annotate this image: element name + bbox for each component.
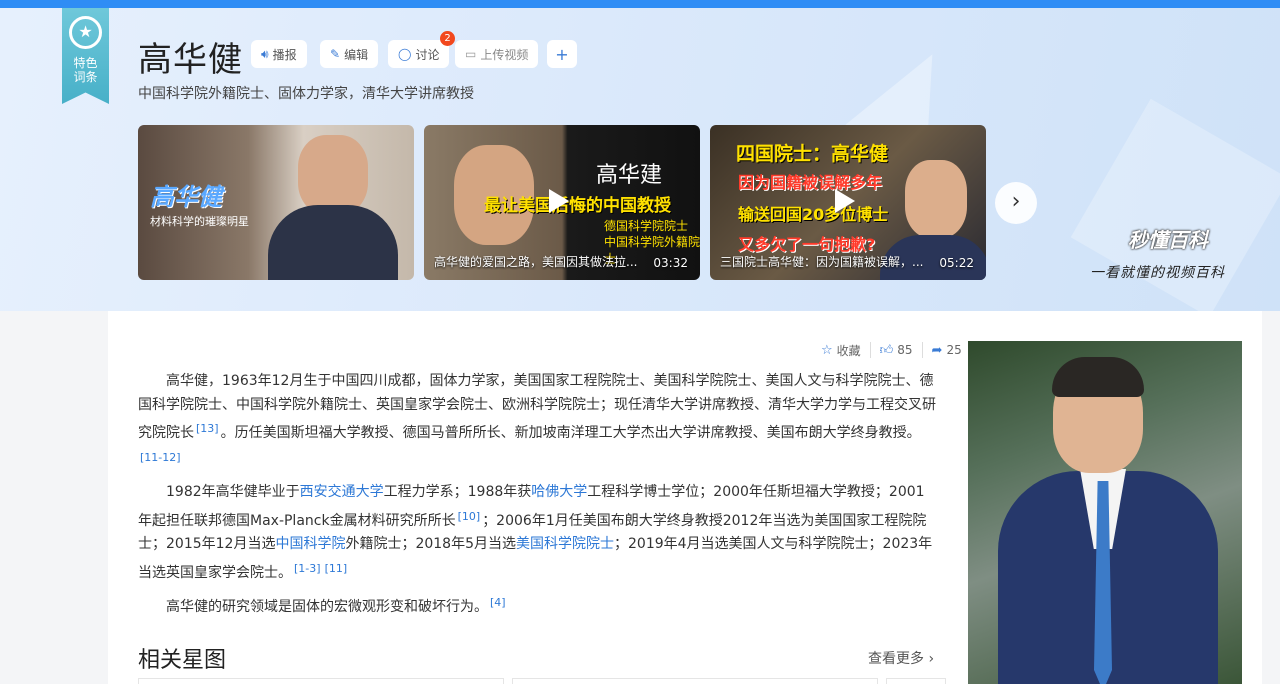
- related-card[interactable]: [138, 678, 504, 684]
- page-title: 高华健: [138, 40, 243, 80]
- citation-link[interactable]: [10]: [456, 510, 483, 523]
- brand-slogan: 一看就懂的视频百科: [1090, 265, 1225, 281]
- play-icon[interactable]: [835, 189, 855, 213]
- link-cas[interactable]: 中国科学院: [275, 536, 345, 552]
- speaker-icon: 🔊︎: [261, 46, 269, 61]
- discuss-label: 讨论: [415, 47, 440, 62]
- video-overlay-line: 德国科学院院士: [604, 219, 689, 233]
- related-card[interactable]: [886, 678, 946, 684]
- add-button[interactable]: +: [547, 40, 577, 68]
- star-outline-icon: ☆: [821, 342, 833, 358]
- link-harvard[interactable]: 哈佛大学: [531, 484, 587, 500]
- edit-label: 编辑: [344, 47, 369, 62]
- video-overlay-subtitle: 最让美国后悔的中国教授: [484, 196, 671, 216]
- video-card[interactable]: 高华建 最让美国后悔的中国教授 德国科学院院士 中国科学院外籍院士 高华健的爱国…: [424, 125, 700, 280]
- share-count: 25: [946, 343, 962, 357]
- share-arrow-icon: ➦: [931, 342, 943, 358]
- portrait-image[interactable]: [968, 341, 1242, 684]
- paragraph-text: 高华健的研究领域是固体的宏微观形变和破坏行为。: [166, 599, 488, 615]
- paragraph-text: 。历任美国斯坦福大学教授、德国马普所所长、新加坡南洋理工大学杰出大学讲席教授、美…: [220, 425, 921, 441]
- discuss-button[interactable]: ◯ 讨论: [388, 40, 450, 68]
- video-overlay-subtitle: 因为国籍被误解多年: [738, 173, 883, 192]
- video-overlay-subtitle: 材料科学的璀璨明星: [150, 215, 249, 228]
- link-nas[interactable]: 美国科学院院士: [516, 536, 614, 552]
- like-count: 85: [897, 343, 913, 357]
- person-face: [298, 135, 368, 215]
- thumbs-up-icon: 👍︎: [879, 342, 894, 358]
- chevron-right-icon: ›: [1011, 189, 1021, 214]
- citation-link[interactable]: [11]: [323, 562, 350, 575]
- plus-icon: +: [555, 44, 569, 64]
- summary-paragraph: 高华健，1963年12月生于中国四川成都，固体力学家，美国国家工程院院士、美国科…: [138, 370, 938, 474]
- ribbon-label: 词条: [73, 70, 98, 84]
- video-duration: 05:22: [939, 256, 974, 270]
- video-overlay-title: 四国院士：高华健: [736, 143, 889, 165]
- view-more-label: 查看更多: [868, 651, 924, 667]
- chat-bubble-icon: ◯: [398, 47, 412, 61]
- pencil-icon: ✎: [330, 47, 341, 61]
- upload-video-label: 上传视频: [480, 47, 529, 62]
- citation-link[interactable]: [11-12]: [138, 451, 183, 464]
- video-card[interactable]: 四国院士：高华健 因为国籍被误解多年 输送回国20多位博士 又多欠了一句抱歉? …: [710, 125, 986, 280]
- citation-link[interactable]: [4]: [488, 596, 508, 609]
- video-duration: 03:32: [653, 256, 688, 270]
- edit-button[interactable]: ✎ 编辑: [320, 40, 379, 68]
- career-paragraph: 1982年高华健毕业于西安交通大学工程力学系；1988年获哈佛大学工程科学博士学…: [138, 481, 938, 585]
- related-section-title: 相关星图: [138, 648, 227, 673]
- video-title: 高华健的爱国之路，美国因其做法拉...: [434, 255, 638, 269]
- related-card[interactable]: [512, 678, 878, 684]
- video-overlay-title: 高华健: [150, 183, 222, 211]
- ribbon-label: 特色: [73, 56, 98, 70]
- video-title: 三国院士高华健：因为国籍被误解，...: [720, 255, 924, 269]
- paragraph-text: 外籍院士；2018年5月当选: [345, 536, 516, 552]
- link-xjtu[interactable]: 西安交通大学: [300, 484, 384, 500]
- video-overlay-line: 输送回国20多位博士: [738, 205, 889, 224]
- person-suit: [268, 205, 398, 280]
- play-icon[interactable]: [549, 189, 569, 213]
- carousel-next-button[interactable]: ›: [995, 182, 1037, 224]
- view-more-link[interactable]: 查看更多 ›: [868, 648, 934, 668]
- broadcast-button[interactable]: 🔊︎ 播报: [251, 40, 307, 68]
- discuss-count-badge: 2: [440, 31, 455, 46]
- page-subtitle: 中国科学院外籍院士、固体力学家，清华大学讲席教授: [138, 86, 474, 102]
- citation-link[interactable]: [13]: [194, 422, 221, 435]
- upload-video-button[interactable]: ▭ 上传视频: [455, 40, 539, 68]
- favorite-label: 收藏: [836, 343, 861, 358]
- citation-link[interactable]: [1-3]: [292, 562, 323, 575]
- video-camera-icon: ▭: [465, 47, 477, 61]
- paragraph-text: 1982年高华健毕业于: [166, 484, 300, 500]
- research-paragraph: 高华健的研究领域是固体的宏微观形变和破坏行为。 [4]: [138, 591, 938, 620]
- favorite-button[interactable]: ☆ 收藏: [812, 342, 870, 359]
- brand-logo: 秒懂百科: [1128, 228, 1208, 252]
- broadcast-label: 播报: [272, 47, 297, 62]
- video-card[interactable]: 高华健 材料科学的璀璨明星: [138, 125, 414, 280]
- top-accent-bar: [0, 0, 1280, 8]
- person-hair: [1052, 357, 1144, 397]
- entry-actions: ☆ 收藏 👍︎ 85 ➦ 25: [812, 341, 971, 359]
- featured-entry-ribbon: ★ 特色 词条: [62, 8, 109, 104]
- like-button[interactable]: 👍︎ 85: [871, 343, 922, 358]
- person-face: [905, 160, 967, 238]
- video-overlay-line: 又多欠了一句抱歉?: [738, 235, 876, 254]
- chevron-right-icon: ›: [928, 651, 935, 667]
- paragraph-text: 工程力学系；1988年获: [383, 484, 532, 500]
- share-button[interactable]: ➦ 25: [923, 343, 971, 358]
- star-badge-icon: ★: [69, 16, 102, 49]
- video-overlay-title: 高华建: [596, 163, 663, 188]
